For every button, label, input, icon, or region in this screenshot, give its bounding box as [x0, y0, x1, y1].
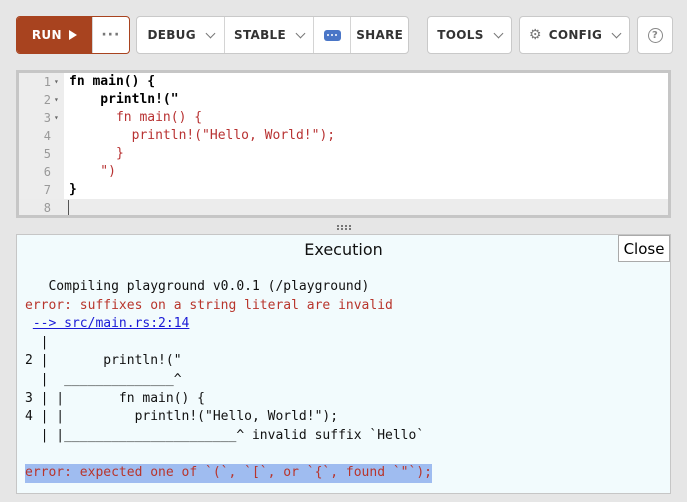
output-line: | ______________^: [25, 371, 182, 387]
error-line-selected: error: expected one of `(`, `[`, or `{`,…: [25, 463, 432, 483]
code-text: fn main() {: [69, 110, 203, 125]
editor-line: 7 }: [19, 181, 668, 199]
run-label: RUN: [31, 28, 62, 42]
output-line: |: [25, 334, 49, 350]
line-number: 6: [43, 165, 51, 179]
close-button[interactable]: Close: [618, 235, 670, 262]
line-number: 4: [43, 129, 51, 143]
output-line: --> src/main.rs:2:14: [25, 315, 432, 334]
editor-line: 6 "): [19, 163, 668, 181]
output-line: Compiling playground v0.0.1 (/playground…: [25, 279, 370, 294]
help-icon: ?: [647, 27, 663, 43]
text-cursor: [68, 200, 69, 215]
help-button[interactable]: ?: [638, 17, 672, 53]
chevron-down-icon: [295, 28, 306, 38]
advanced-options-button[interactable]: [312, 17, 351, 53]
source-location-link[interactable]: --> src/main.rs:2:14: [33, 316, 190, 331]
editor-line: 2 ▾ println!(": [19, 91, 668, 109]
editor-line: 1 ▾ fn main() {: [19, 73, 668, 91]
gear-icon: ⚙: [528, 27, 542, 43]
line-number: 8: [43, 201, 51, 215]
debug-label: DEBUG: [147, 28, 196, 42]
tools-dropdown[interactable]: TOOLS: [428, 17, 511, 53]
debug-mode-dropdown[interactable]: DEBUG: [137, 17, 224, 53]
editor-line-active: 8: [19, 199, 668, 215]
code-text: }: [69, 146, 124, 161]
chevron-down-icon: [205, 28, 216, 38]
editor-line: 4 println!("Hello, World!");: [19, 127, 668, 145]
line-number: 2: [43, 93, 51, 107]
line-number: 1: [43, 75, 51, 89]
tools-label: TOOLS: [437, 28, 484, 42]
chevron-down-icon: [611, 28, 622, 38]
output-line: | |______________________^ invalid suffi…: [25, 427, 425, 443]
toolbar: RUN ··· DEBUG STABLE SHARE TOOLS ⚙ CONFI…: [0, 0, 687, 70]
fold-arrow-icon[interactable]: ▾: [54, 73, 59, 91]
chevron-down-icon: [493, 28, 504, 38]
run-button-group: RUN ···: [16, 16, 130, 54]
output-line: 2 | println!(": [25, 353, 182, 369]
config-dropdown[interactable]: ⚙ CONFIG: [520, 17, 629, 53]
share-button[interactable]: SHARE: [350, 17, 408, 53]
config-group: ⚙ CONFIG: [519, 16, 630, 54]
line-number: 3: [43, 111, 51, 125]
pane-resize-handle[interactable]: [16, 222, 671, 232]
build-options-group: DEBUG STABLE SHARE: [136, 16, 409, 54]
playground-window: RUN ··· DEBUG STABLE SHARE TOOLS ⚙ CONFI…: [0, 0, 687, 502]
output-line: 3 | | fn main() {: [25, 390, 206, 406]
code-text: }: [69, 182, 77, 197]
code-text: println!(": [69, 92, 179, 107]
code-text: "): [69, 164, 116, 179]
channel-dropdown[interactable]: STABLE: [224, 17, 312, 53]
share-label: SHARE: [356, 28, 404, 42]
code-editor[interactable]: 1 ▾ fn main() { 2 ▾ println!(" 3 ▾ fn ma…: [16, 70, 671, 218]
output-title: Execution: [304, 240, 383, 259]
ellipsis-badge-icon: [323, 29, 341, 41]
error-line: error: suffixes on a string literal are …: [25, 297, 393, 313]
line-number: 5: [43, 147, 51, 161]
output-blank-line: [25, 445, 432, 464]
grip-icon: [336, 224, 351, 230]
help-group: ?: [637, 16, 673, 54]
line-number: 7: [43, 183, 51, 197]
editor-line: 5 }: [19, 145, 668, 163]
code-text: fn main() {: [69, 74, 156, 89]
fold-arrow-icon[interactable]: ▾: [54, 109, 59, 127]
more-options-button[interactable]: ···: [91, 17, 129, 53]
run-button[interactable]: RUN: [17, 17, 92, 53]
tools-group: TOOLS: [427, 16, 512, 54]
ellipsis-icon: ···: [101, 27, 121, 43]
play-icon: [68, 30, 77, 40]
code-text: println!("Hello, World!");: [69, 128, 336, 143]
output-panel: Execution Close Compiling playground v0.…: [16, 234, 671, 494]
fold-arrow-icon[interactable]: ▾: [54, 91, 59, 109]
editor-line: 3 ▾ fn main() {: [19, 109, 668, 127]
stable-label: STABLE: [234, 28, 286, 42]
config-label: CONFIG: [548, 28, 603, 42]
output-line: 4 | | println!("Hello, World!");: [25, 409, 339, 425]
output-text: Compiling playground v0.0.1 (/playground…: [25, 278, 432, 483]
